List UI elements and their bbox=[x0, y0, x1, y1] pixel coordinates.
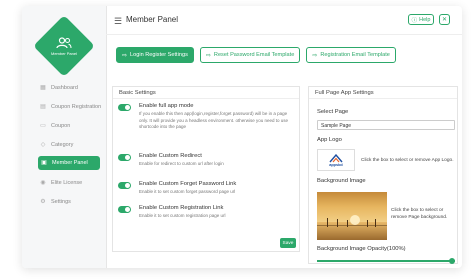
logo-text: Member Panel bbox=[50, 50, 77, 56]
opacity-slider-handle[interactable] bbox=[449, 258, 455, 264]
sidebar-item-label: Coupon bbox=[51, 122, 71, 129]
background-image-note: Click the box to select or remove Page b… bbox=[391, 208, 448, 220]
sidebar-item-coupon[interactable]: ▭ Coupon bbox=[22, 116, 106, 135]
setting-label: Enable Custom Registration Link bbox=[139, 205, 224, 211]
dashboard-icon: ▦ bbox=[40, 84, 46, 91]
tab-bar: ⇨ Login Register Settings ⇨ Reset Passwo… bbox=[116, 47, 396, 63]
close-icon: ✕ bbox=[441, 17, 448, 23]
setting-label: Enable Custom Redirect bbox=[139, 153, 202, 159]
appsbd-logo-icon bbox=[329, 153, 343, 162]
setting-description: Enable it to set custom forget password … bbox=[139, 189, 236, 194]
setting-description: Enable it to set custom registration pag… bbox=[139, 213, 226, 218]
login-icon: ⇨ bbox=[312, 52, 318, 59]
sidebar-nav: ▦ Dashboard ▤ Coupon Registration ▭ Coup… bbox=[22, 78, 106, 211]
app-logo-box[interactable]: appsbd bbox=[317, 149, 355, 171]
sidebar-item-settings[interactable]: ⚙ Settings bbox=[22, 192, 106, 211]
opacity-label: Background Image Opacity(100%) bbox=[317, 246, 406, 252]
login-icon: ⇨ bbox=[122, 52, 128, 59]
opacity-slider-fill bbox=[317, 260, 455, 262]
sidebar-item-label: Dashboard bbox=[51, 84, 78, 91]
select-value: Sample Page bbox=[321, 123, 352, 129]
app-logo: Member Panel bbox=[33, 15, 95, 77]
tab-label: Registration Email Template bbox=[320, 52, 390, 58]
tab-login-register-settings[interactable]: ⇨ Login Register Settings bbox=[116, 47, 194, 63]
top-bar: ☰ Member Panel ⓘ Help ✕ bbox=[106, 6, 462, 35]
background-image-label: Background Image bbox=[317, 178, 366, 184]
tab-reset-password-email-template[interactable]: ⇨ Reset Password Email Template bbox=[199, 47, 301, 63]
sidebar-item-label: Settings bbox=[51, 198, 71, 205]
sidebar-item-coupon-registration[interactable]: ▤ Coupon Registration bbox=[22, 97, 106, 116]
page-title: Member Panel bbox=[126, 15, 179, 24]
sidebar: Member Panel ▦ Dashboard ▤ Coupon Regist… bbox=[22, 6, 107, 268]
select-page-dropdown[interactable]: Sample Page bbox=[317, 120, 455, 130]
setting-label: Enable Custom Forget Password Link bbox=[139, 181, 237, 187]
tab-label: Login Register Settings bbox=[130, 52, 188, 58]
custom-registration-toggle[interactable] bbox=[118, 206, 131, 213]
sidebar-item-label: Elite License bbox=[51, 179, 83, 186]
menu-icon[interactable]: ☰ bbox=[114, 16, 122, 27]
setting-label: Enable full app mode bbox=[139, 103, 194, 109]
app-logo-label: App Logo bbox=[317, 137, 342, 143]
sidebar-item-member-panel[interactable]: ▣ Member Panel bbox=[38, 156, 100, 170]
full-page-settings-panel: Full Page App Settings Select Page Sampl… bbox=[308, 86, 458, 264]
select-page-label: Select Page bbox=[317, 109, 349, 115]
sunset-pier-image bbox=[317, 192, 387, 240]
category-icon: ◇ bbox=[40, 141, 46, 148]
login-icon: ⇨ bbox=[205, 52, 211, 59]
tab-label: Reset Password Email Template bbox=[213, 52, 295, 58]
app-logo-note: Click the box to select or remove App Lo… bbox=[361, 158, 454, 163]
panel-title: Full Page App Settings bbox=[309, 87, 457, 99]
help-icon: ⓘ bbox=[411, 17, 418, 24]
save-button[interactable]: Save bbox=[280, 238, 296, 248]
gear-icon: ⚙ bbox=[40, 198, 46, 205]
coupon-registration-icon: ▤ bbox=[40, 103, 46, 110]
license-icon: ◉ bbox=[40, 179, 46, 186]
sidebar-item-elite-license[interactable]: ◉ Elite License bbox=[22, 173, 106, 192]
setting-description: If you enable this then app(login,regist… bbox=[139, 111, 289, 129]
help-button[interactable]: ⓘ Help bbox=[408, 14, 434, 25]
opacity-slider[interactable] bbox=[317, 258, 455, 264]
sidebar-item-category[interactable]: ◇ Category bbox=[22, 135, 106, 154]
background-image-box[interactable] bbox=[317, 192, 387, 240]
help-label: Help bbox=[419, 16, 431, 23]
app-logo-text: appsbd bbox=[329, 162, 343, 167]
setting-description: Enable for redirect to custom url after … bbox=[139, 161, 224, 166]
custom-forget-password-toggle[interactable] bbox=[118, 182, 131, 189]
full-app-mode-toggle[interactable] bbox=[118, 104, 131, 111]
coupon-icon: ▭ bbox=[40, 122, 46, 129]
close-button[interactable]: ✕ bbox=[439, 14, 450, 25]
sidebar-item-dashboard[interactable]: ▦ Dashboard bbox=[22, 78, 106, 97]
panel-title: Basic Settings bbox=[113, 87, 299, 99]
sidebar-item-label: Coupon Registration bbox=[51, 103, 102, 110]
tab-registration-email-template[interactable]: ⇨ Registration Email Template bbox=[306, 47, 396, 63]
custom-redirect-toggle[interactable] bbox=[118, 154, 131, 161]
app-window: Member Panel ▦ Dashboard ▤ Coupon Regist… bbox=[22, 6, 462, 268]
sidebar-item-label: Category bbox=[51, 141, 74, 148]
basic-settings-panel: Basic Settings Enable full app mode If y… bbox=[112, 86, 300, 252]
users-icon bbox=[56, 36, 72, 48]
member-panel-icon: ▣ bbox=[41, 160, 47, 166]
sidebar-item-label: Member Panel bbox=[52, 160, 88, 166]
